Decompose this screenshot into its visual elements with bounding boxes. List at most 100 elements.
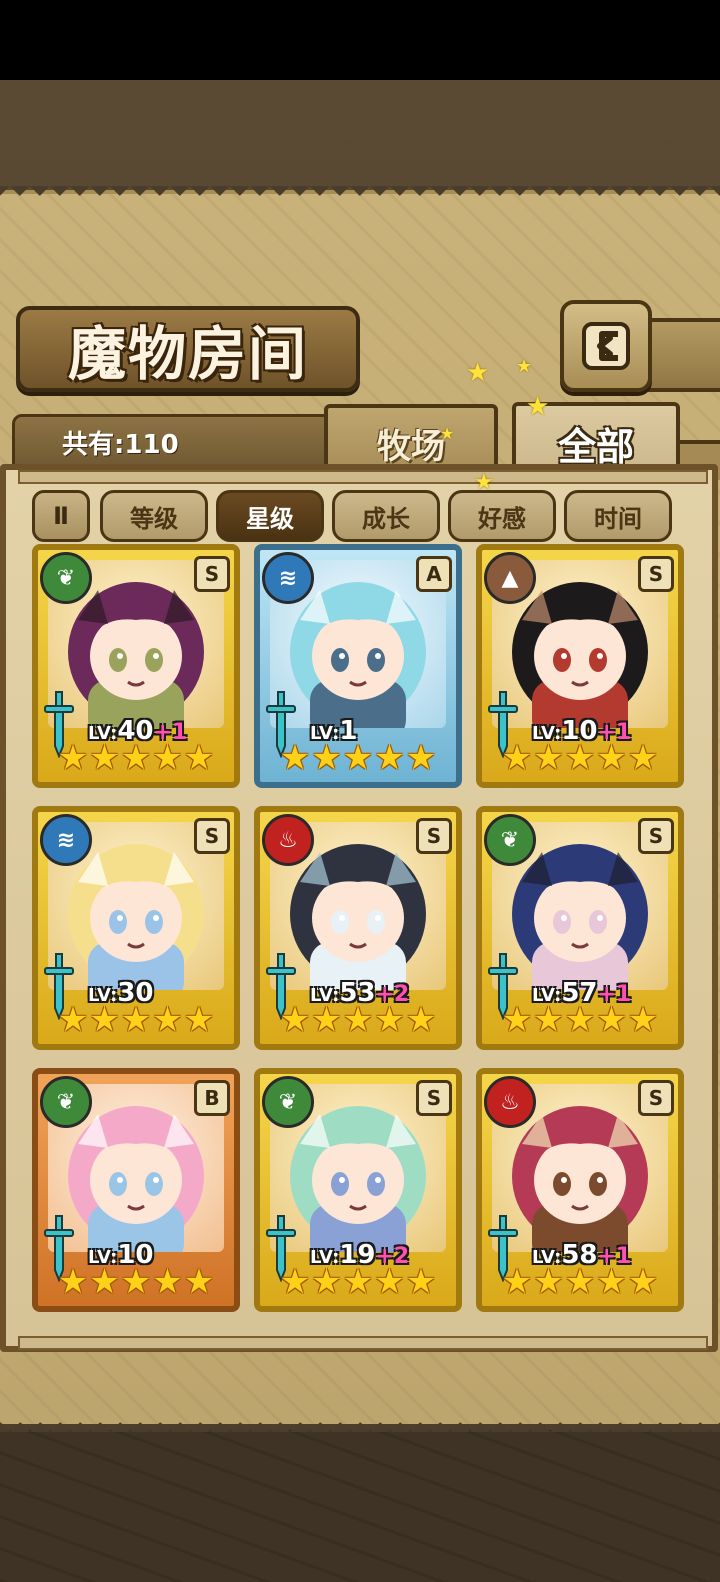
star-icon: ★ bbox=[596, 738, 627, 778]
star-icon: ★ bbox=[533, 1262, 564, 1302]
sort-order-button[interactable]: Ⅱ bbox=[32, 490, 90, 542]
star-icon: ★ bbox=[57, 1262, 89, 1302]
monster-card[interactable]: ▲ S LV:10+1 ★ ★ ★ ★ ★ bbox=[476, 544, 684, 788]
rank-badge: S bbox=[416, 1080, 452, 1116]
star-icon: ★ bbox=[342, 1000, 374, 1040]
tab-ranch-label: 牧场 bbox=[377, 426, 445, 467]
page-title: 魔物房间 bbox=[67, 320, 308, 388]
sparkle-icon: ★ bbox=[440, 424, 455, 443]
star-icon: ★ bbox=[533, 738, 564, 778]
rank-badge: S bbox=[194, 818, 230, 854]
rank-badge: S bbox=[194, 556, 230, 592]
star-icon: ★ bbox=[152, 1262, 183, 1302]
rank-badge: S bbox=[638, 818, 674, 854]
star-rating: ★ ★ ★ ★ ★ bbox=[48, 740, 224, 776]
water-waves-icon: ≋ bbox=[40, 814, 92, 866]
star-icon: ★ bbox=[279, 738, 311, 778]
flame-icon: ♨ bbox=[262, 814, 314, 866]
star-icon: ★ bbox=[501, 1000, 533, 1040]
monster-card[interactable]: ♨ S LV:53+2 ★ ★ ★ ★ ★ bbox=[254, 806, 462, 1050]
star-rating: ★ ★ ★ ★ ★ bbox=[492, 740, 668, 776]
star-icon: ★ bbox=[627, 1262, 659, 1302]
back-button-rail bbox=[640, 318, 720, 392]
star-rating: ★ ★ ★ ★ ★ bbox=[270, 1264, 446, 1300]
monster-card[interactable]: ≋ S LV:30 ★ ★ ★ ★ ★ bbox=[32, 806, 240, 1050]
star-icon: ★ bbox=[374, 1262, 405, 1302]
title-plate: 魔物房间 bbox=[16, 306, 360, 392]
rank-badge: S bbox=[416, 818, 452, 854]
rank-badge: S bbox=[638, 1080, 674, 1116]
rank-badge: B bbox=[194, 1080, 230, 1116]
star-icon: ★ bbox=[89, 1262, 120, 1302]
star-icon: ★ bbox=[311, 1000, 342, 1040]
monster-card[interactable]: ❦ S LV:40+1 ★ ★ ★ ★ ★ bbox=[32, 544, 240, 788]
star-icon: ★ bbox=[533, 1000, 564, 1040]
star-rating: ★ ★ ★ ★ ★ bbox=[48, 1002, 224, 1038]
sparkle-icon: ★ bbox=[526, 392, 550, 422]
panel-bottom-edge bbox=[0, 1412, 720, 1432]
filter-label: 时间 bbox=[594, 504, 642, 533]
sparkle-icon: ★ bbox=[466, 358, 490, 388]
monster-count: 共有:110 bbox=[62, 430, 179, 460]
flame-icon: ♨ bbox=[484, 1076, 536, 1128]
leaf-icon: ❦ bbox=[484, 814, 536, 866]
filter-star-button[interactable]: 星级 bbox=[216, 490, 324, 542]
filter-label: 等级 bbox=[130, 504, 178, 533]
star-rating: ★ ★ ★ ★ ★ bbox=[48, 1264, 224, 1300]
filter-affinity-button[interactable]: 好感 bbox=[448, 490, 556, 542]
star-rating: ★ ★ ★ ★ ★ bbox=[270, 1002, 446, 1038]
monster-card[interactable]: ❦ S LV:19+2 ★ ★ ★ ★ ★ bbox=[254, 1068, 462, 1312]
water-waves-icon: ≋ bbox=[262, 552, 314, 604]
bottom-background bbox=[0, 1430, 720, 1582]
star-icon: ★ bbox=[342, 1262, 374, 1302]
star-icon: ★ bbox=[89, 1000, 120, 1040]
star-rating: ★ ★ ★ ★ ★ bbox=[492, 1264, 668, 1300]
rank-badge: S bbox=[638, 556, 674, 592]
star-icon: ★ bbox=[564, 1000, 596, 1040]
monster-card[interactable]: ❦ S LV:57+1 ★ ★ ★ ★ ★ bbox=[476, 806, 684, 1050]
filter-label: 好感 bbox=[478, 504, 526, 533]
star-icon: ★ bbox=[152, 738, 183, 778]
star-icon: ★ bbox=[120, 1000, 152, 1040]
star-icon: ★ bbox=[311, 738, 342, 778]
star-icon: ★ bbox=[405, 738, 437, 778]
back-button[interactable] bbox=[560, 300, 652, 392]
monster-card[interactable]: ♨ S LV:58+1 ★ ★ ★ ★ ★ bbox=[476, 1068, 684, 1312]
back-arrow-icon bbox=[582, 322, 630, 370]
star-icon: ★ bbox=[311, 1262, 342, 1302]
filter-growth-button[interactable]: 成长 bbox=[332, 490, 440, 542]
star-icon: ★ bbox=[152, 1000, 183, 1040]
star-icon: ★ bbox=[89, 738, 120, 778]
monster-card[interactable]: ❦ B LV:10 ★ ★ ★ ★ ★ bbox=[32, 1068, 240, 1312]
star-icon: ★ bbox=[374, 738, 405, 778]
leaf-icon: ❦ bbox=[262, 1076, 314, 1128]
filter-level-button[interactable]: 等级 bbox=[100, 490, 208, 542]
star-icon: ★ bbox=[57, 1000, 89, 1040]
star-icon: ★ bbox=[120, 1262, 152, 1302]
star-icon: ★ bbox=[374, 1000, 405, 1040]
star-icon: ★ bbox=[183, 1000, 215, 1040]
star-icon: ★ bbox=[279, 1262, 311, 1302]
star-icon: ★ bbox=[627, 738, 659, 778]
tab-all-label: 全部 bbox=[557, 424, 634, 469]
star-icon: ★ bbox=[405, 1262, 437, 1302]
star-icon: ★ bbox=[279, 1000, 311, 1040]
star-icon: ★ bbox=[120, 738, 152, 778]
filter-label: 星级 bbox=[246, 504, 294, 533]
star-icon: ★ bbox=[183, 1262, 215, 1302]
panel-top-edge bbox=[0, 186, 720, 206]
mountain-icon: ▲ bbox=[484, 552, 536, 604]
filter-time-button[interactable]: 时间 bbox=[564, 490, 672, 542]
frame-top-rail bbox=[18, 470, 708, 484]
leaf-icon: ❦ bbox=[40, 552, 92, 604]
leaf-icon: ❦ bbox=[40, 1076, 92, 1128]
star-icon: ★ bbox=[57, 738, 89, 778]
star-icon: ★ bbox=[501, 738, 533, 778]
star-rating: ★ ★ ★ ★ ★ bbox=[492, 1002, 668, 1038]
sort-order-icon: Ⅱ bbox=[53, 502, 69, 530]
star-rating: ★ ★ ★ ★ ★ bbox=[270, 740, 446, 776]
monster-card[interactable]: ≋ A LV:1 ★ ★ ★ ★ ★ bbox=[254, 544, 462, 788]
filter-label: 成长 bbox=[362, 504, 410, 533]
star-icon: ★ bbox=[627, 1000, 659, 1040]
star-icon: ★ bbox=[342, 738, 374, 778]
